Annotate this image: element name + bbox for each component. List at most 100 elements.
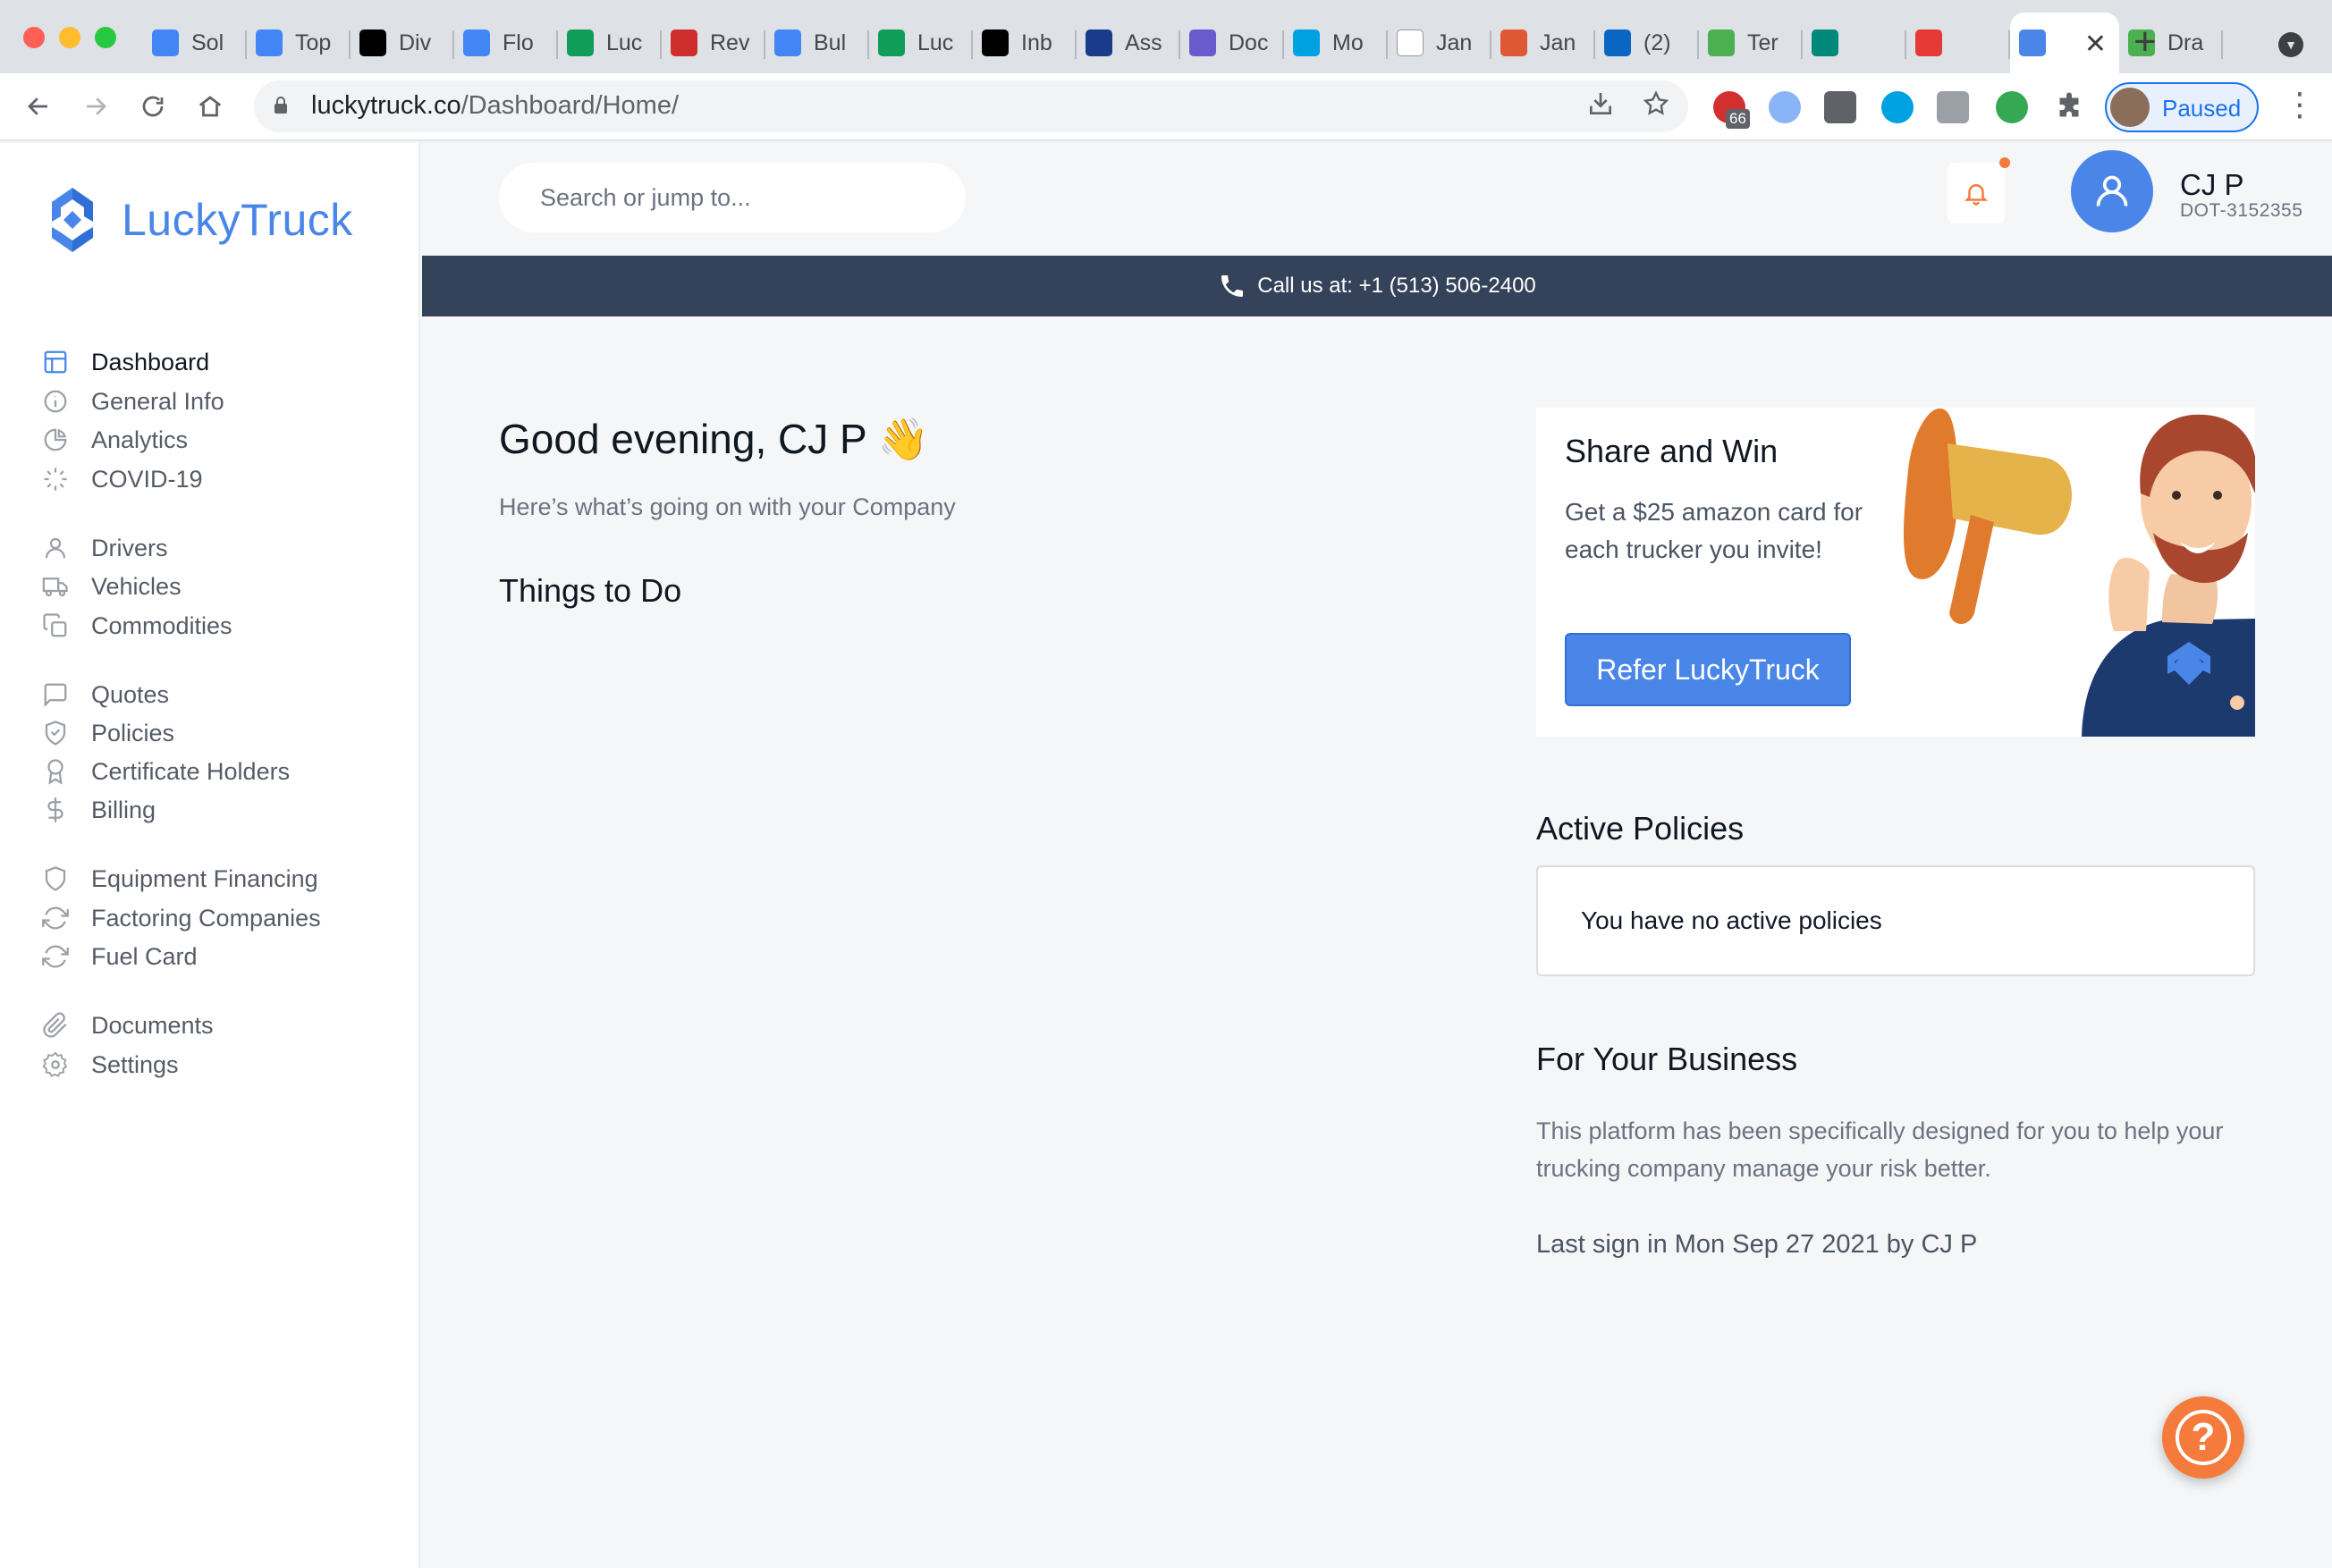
stack-icon [1708, 30, 1735, 56]
browser-tab[interactable]: Bul [765, 13, 869, 73]
sidebar-item-dashboard[interactable]: Dashboard [41, 341, 209, 383]
bplus-extension-icon[interactable] [1996, 91, 2028, 123]
browser-tab[interactable]: Sol [143, 13, 247, 73]
reload-button[interactable] [131, 84, 175, 129]
browser-tab[interactable] [1803, 13, 1906, 73]
user-avatar[interactable] [2071, 150, 2153, 232]
duckduckgo-icon [1500, 30, 1527, 56]
linkedin-icon [1604, 30, 1631, 56]
user-name[interactable]: CJ P [2180, 168, 2244, 202]
bookmark-star-icon[interactable] [1642, 89, 1670, 125]
sidebar-item-billing[interactable]: Billing [41, 789, 156, 830]
install-icon[interactable] [1586, 89, 1615, 125]
sidebar-item-factoring-companies[interactable]: Factoring Companies [41, 898, 321, 939]
sidebar-item-analytics[interactable]: Analytics [41, 419, 188, 460]
browser-tab[interactable]: (2) [1595, 13, 1699, 73]
browser-tab[interactable] [1906, 13, 2010, 73]
browser-tab[interactable]: Top [247, 13, 351, 73]
sidebar-item-drivers[interactable]: Drivers [41, 527, 168, 569]
sidebar-item-quotes[interactable]: Quotes [41, 674, 169, 715]
back-button[interactable] [16, 84, 61, 129]
info-icon [41, 387, 70, 416]
profile-button[interactable]: Paused [2105, 82, 2259, 132]
tab-label: Jan [1540, 30, 1576, 55]
truck-icon [41, 572, 70, 601]
browser-tab[interactable]: Jan [1491, 13, 1595, 73]
for-your-business-heading: For Your Business [1536, 1041, 1798, 1077]
logo[interactable]: LuckyTruck [41, 186, 353, 254]
browser-tab[interactable]: Inb [973, 13, 1077, 73]
wikipedia-icon [1397, 30, 1424, 56]
shield-check-icon [41, 719, 70, 747]
call-text[interactable]: Call us at: +1 (513) 506-2400 [1257, 274, 1536, 299]
browser-tab[interactable]: Ter [1699, 13, 1803, 73]
sidebar-item-policies[interactable]: Policies [41, 712, 174, 754]
browser-menu-icon[interactable]: ⋮ [2284, 86, 2316, 123]
user-icon [2096, 175, 2128, 207]
help-icon: ? [2176, 1410, 2231, 1465]
luckytruck-icon [2019, 30, 2046, 56]
forward-button[interactable] [73, 84, 118, 129]
google-sheets-icon [567, 30, 594, 56]
sidebar-item-label: Equipment Financing [91, 864, 318, 892]
no-policies-message: You have no active policies [1581, 906, 1882, 934]
browser-tab[interactable]: Jan [1388, 13, 1491, 73]
home-button[interactable] [188, 84, 232, 129]
browser-tab[interactable]: Mo [1284, 13, 1388, 73]
sidebar-item-documents[interactable]: Documents [41, 1005, 214, 1046]
refresh-icon [41, 904, 70, 932]
window-close-button[interactable] [23, 27, 45, 48]
sidebar-item-label: General Info [91, 387, 224, 415]
browser-tab[interactable]: Luc [558, 13, 662, 73]
record-icon [1915, 30, 1942, 56]
browser-tab[interactable]: ✕ [2010, 13, 2119, 73]
puzzle-extensions-icon[interactable] [2053, 91, 2085, 123]
browser-tab[interactable]: Ass [1077, 13, 1180, 73]
lock-icon [275, 97, 287, 114]
close-tab-icon[interactable]: ✕ [2084, 29, 2107, 60]
tab-label: Rev [710, 30, 749, 55]
colorado-icon [671, 30, 697, 56]
browser-tab[interactable]: Rev [662, 13, 765, 73]
tab-search-button[interactable]: ▼ [2278, 32, 2303, 57]
sidebar-item-certificate-holders[interactable]: Certificate Holders [41, 751, 290, 792]
window-zoom-button[interactable] [95, 27, 116, 48]
share-description: Get a $25 amazon card for each trucker y… [1565, 498, 1863, 563]
refresh-icon [41, 942, 70, 971]
search-input[interactable]: Search or jump to... [499, 163, 966, 232]
compass-extension-icon[interactable] [1769, 91, 1801, 123]
tab-label: Div [399, 30, 432, 55]
dropbox-extension-icon[interactable] [1937, 91, 1969, 123]
active-policies-heading: Active Policies [1536, 810, 1745, 847]
google-meet-icon [1812, 30, 1838, 56]
refer-button[interactable]: Refer LuckyTruck [1565, 633, 1851, 706]
sidebar-item-label: Settings [91, 1050, 179, 1078]
sidebar-item-fuel-card[interactable]: Fuel Card [41, 936, 198, 977]
sidebar-item-vehicles[interactable]: Vehicles [41, 566, 182, 607]
tab-label: Dra [2167, 30, 2204, 55]
paperclip-icon [41, 1011, 70, 1040]
camera-extension-icon[interactable] [1824, 91, 1856, 123]
address-bar[interactable]: luckytruck.co/Dashboard/Home/ [254, 80, 1688, 132]
browser-tab-strip: Sol Top Div Flo Luc Rev Bul Luc Inb Ass Doc Mo Jan Ja… [0, 0, 2332, 73]
notifications-button[interactable] [1948, 157, 2010, 223]
sidebar-item-commodities[interactable]: Commodities [41, 605, 232, 646]
salesforce-extension-icon[interactable] [1881, 91, 1914, 123]
browser-tab[interactable]: Flo [454, 13, 558, 73]
loader-icon [41, 465, 70, 493]
help-button[interactable]: ? [2162, 1396, 2244, 1479]
sidebar-item-general-info[interactable]: General Info [41, 381, 224, 422]
tab-label: Flo [503, 30, 534, 55]
sidebar-item-label: COVID-19 [91, 465, 203, 493]
browser-tab[interactable]: Luc [869, 13, 973, 73]
browser-tab[interactable]: Doc [1180, 13, 1284, 73]
arrow-left-icon [28, 97, 47, 115]
new-tab-button[interactable]: + [2133, 20, 2157, 64]
browser-tab[interactable]: Div [351, 13, 454, 73]
extension-badge: 66 [1726, 109, 1750, 129]
tab-label: Luc [917, 30, 954, 55]
sidebar-item-settings[interactable]: Settings [41, 1044, 179, 1085]
window-minimize-button[interactable] [59, 27, 80, 48]
sidebar-item-covid-19[interactable]: COVID-19 [41, 459, 203, 500]
sidebar-item-equipment-financing[interactable]: Equipment Financing [41, 858, 318, 899]
